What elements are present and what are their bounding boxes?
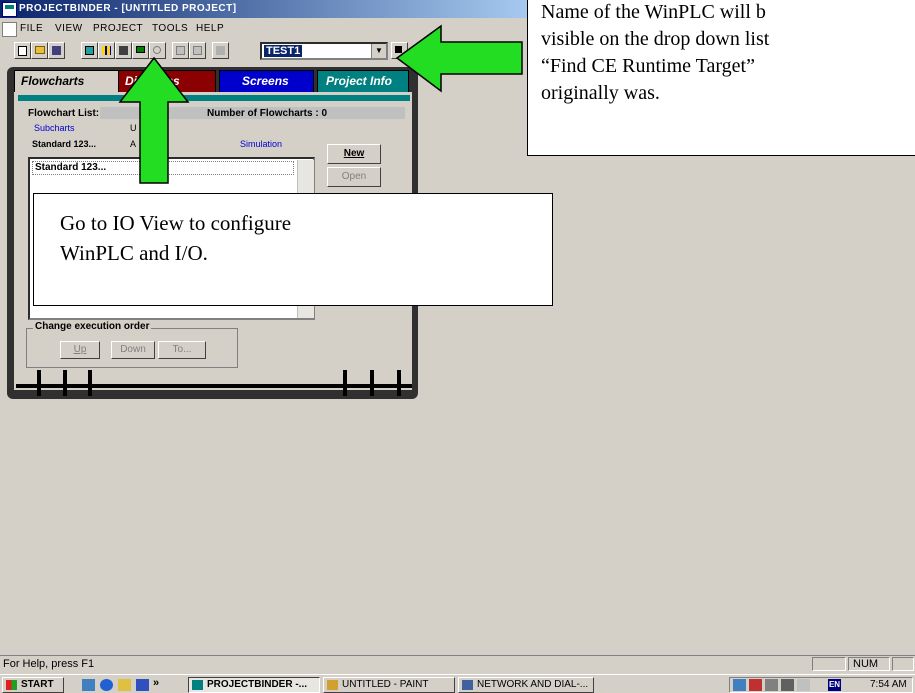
left-arrow-icon [395, 24, 523, 93]
subtab-subcharts[interactable]: Subcharts [34, 122, 75, 135]
paint-icon [327, 680, 338, 690]
callout-line: Name of the WinPLC will b [541, 1, 766, 23]
tray-network-icon[interactable] [733, 679, 746, 691]
clock[interactable]: 7:54 AM [870, 679, 907, 690]
binder-ring [88, 370, 92, 396]
new-button[interactable]: New [327, 144, 381, 164]
tray-misc-icon[interactable] [797, 679, 810, 691]
language-indicator[interactable]: EN [828, 679, 841, 691]
grid-icon-button[interactable] [98, 42, 115, 59]
volume-icon[interactable] [765, 679, 778, 691]
internet-explorer-icon[interactable] [100, 679, 113, 691]
start-label: Start [21, 679, 54, 690]
up-button[interactable]: Up [60, 341, 100, 359]
menu-tools[interactable]: Tools [152, 23, 188, 34]
show-desktop-icon[interactable] [82, 679, 95, 691]
binder-bottom-rail [16, 384, 412, 388]
binder-ring [343, 370, 347, 396]
to-button[interactable]: To... [158, 341, 206, 359]
target-combo-value: TEST1 [264, 45, 303, 57]
tab-underline [18, 95, 410, 101]
save-button[interactable] [48, 42, 65, 59]
binder-ring [63, 370, 67, 396]
new-file-button[interactable] [14, 42, 31, 59]
open-button[interactable]: Open [327, 167, 381, 187]
callout-line: “Find CE Runtime Target” [541, 55, 755, 77]
down-button[interactable]: Down [111, 341, 155, 359]
execution-order-group: Change execution order Up Down To... [26, 321, 238, 368]
binder-ring [37, 370, 41, 396]
start-button[interactable]: Start [2, 677, 64, 693]
taskbar-network[interactable]: Network and Dial-... [458, 677, 594, 693]
download-button[interactable] [212, 42, 229, 59]
callout-line: visible on the drop down list [541, 28, 770, 50]
taskbar-label: ProjectBinder -... [207, 679, 308, 690]
system-tray: EN 7:54 AM [729, 677, 913, 693]
flowchart-count: Number of Flowcharts : 0 [207, 108, 328, 119]
taskbar-projectbinder[interactable]: ProjectBinder -... [188, 677, 320, 693]
io-view-button[interactable] [81, 42, 98, 59]
menu-file[interactable]: File [20, 23, 43, 34]
windows-logo-icon [6, 680, 17, 690]
target-combo[interactable]: TEST1 ▼ [260, 42, 388, 60]
callout-line: WinPLC and I/O. [60, 241, 208, 265]
window-title: ProjectBinder - [Untitled Project] [19, 3, 237, 14]
binder-ring [370, 370, 374, 396]
open-folder-button[interactable] [31, 42, 48, 59]
taskbar-label: untitled - Paint [342, 679, 429, 690]
menu-view[interactable]: View [55, 23, 83, 34]
execution-order-legend: Change execution order [33, 321, 152, 332]
up-arrow-icon [118, 56, 190, 184]
status-bar: For Help, press F1 NUM [0, 655, 915, 673]
projectbinder-icon [192, 680, 203, 690]
subtab-standard[interactable]: Standard 123... [32, 138, 96, 151]
menu-project[interactable]: Project [93, 23, 143, 34]
menu-help[interactable]: Help [196, 23, 224, 34]
taskbar-paint[interactable]: untitled - Paint [323, 677, 455, 693]
chart-button[interactable] [189, 42, 206, 59]
tray-shield-icon[interactable] [749, 679, 762, 691]
media-player-icon[interactable] [136, 679, 149, 691]
subtab-simulation[interactable]: Simulation [240, 138, 282, 151]
network-icon [462, 680, 473, 690]
callout-line: Go to IO View to configure [60, 211, 292, 235]
quicklaunch-chevron[interactable]: » [153, 677, 159, 689]
outlook-express-icon[interactable] [118, 679, 131, 691]
taskbar: Start » ProjectBinder -... untitled - Pa… [0, 674, 915, 693]
document-icon[interactable] [2, 22, 17, 37]
callout-line: originally was. [541, 82, 660, 104]
taskbar-label: Network and Dial-... [477, 679, 589, 690]
status-help-text: For Help, press F1 [3, 658, 95, 670]
callout-winplc-name: Name of the WinPLC will b visible on the… [527, 0, 915, 156]
app-icon [2, 2, 17, 17]
callout-io-view: Go to IO View to configure WinPLC and I/… [33, 193, 553, 306]
status-panel-num: NUM [848, 657, 890, 671]
status-panel-caps [812, 657, 846, 671]
flowchart-list-label: Flowchart List: [28, 108, 100, 119]
tab-screens[interactable]: Screens [219, 70, 314, 92]
window-titlebar[interactable]: ProjectBinder - [Untitled Project] [0, 0, 530, 18]
tray-app-icon[interactable] [781, 679, 794, 691]
tab-flowcharts[interactable]: Flowcharts [14, 70, 122, 92]
chevron-down-icon[interactable]: ▼ [371, 44, 386, 58]
status-panel-scrl [892, 657, 914, 671]
binder-ring [397, 370, 401, 396]
